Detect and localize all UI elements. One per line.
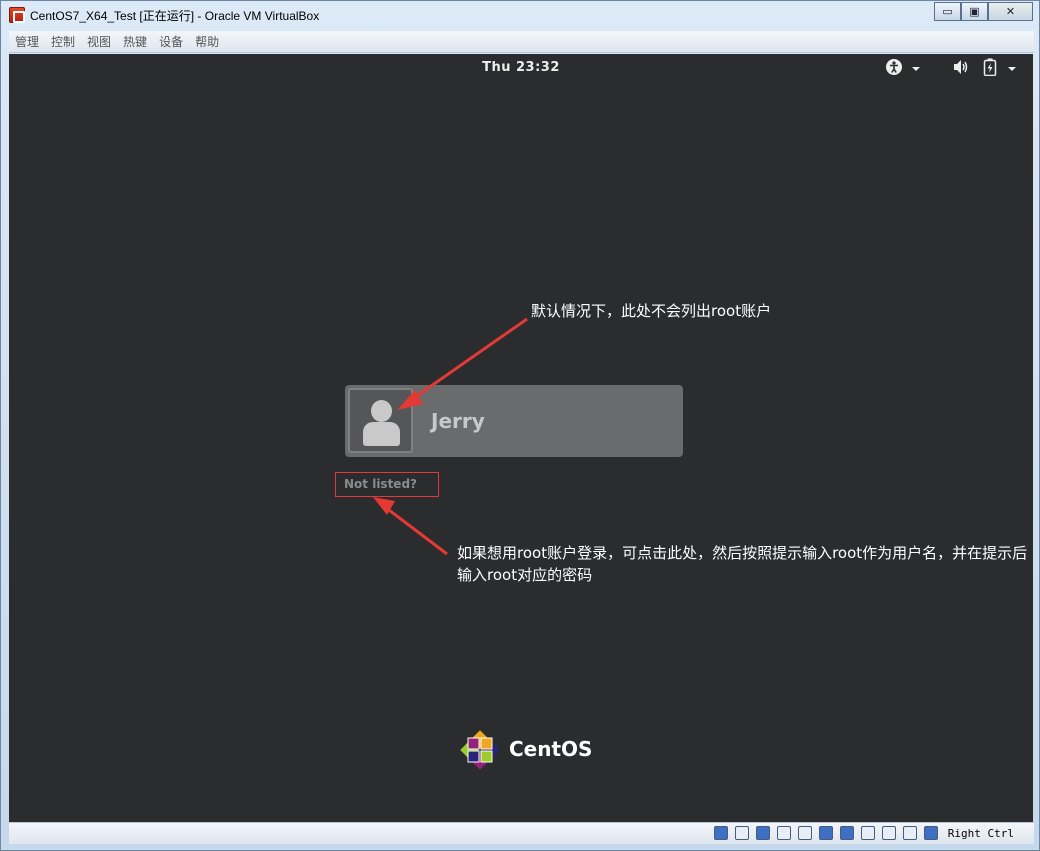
window-title: CentOS7_X64_Test [正在运行] - Oracle VM Virt… bbox=[30, 9, 320, 23]
window-controls: ▭ ▣ ✕ bbox=[934, 2, 1033, 21]
menu-bar: 管理 控制 视图 热键 设备 帮助 bbox=[9, 31, 1034, 53]
annotation-root-not-listed: 默认情况下，此处不会列出root账户 bbox=[531, 302, 772, 320]
keyboard-capture-icon[interactable] bbox=[924, 826, 938, 840]
close-button[interactable]: ✕ bbox=[988, 2, 1033, 21]
menu-help[interactable]: 帮助 bbox=[195, 33, 219, 50]
maximize-button[interactable]: ▣ bbox=[961, 2, 988, 21]
menu-devices[interactable]: 设备 bbox=[159, 33, 183, 50]
menu-control[interactable]: 控制 bbox=[51, 33, 75, 50]
menu-manage[interactable]: 管理 bbox=[15, 33, 39, 50]
arrow-to-user-card bbox=[410, 317, 528, 402]
virtualbox-app-icon bbox=[9, 7, 25, 23]
menu-view[interactable]: 视图 bbox=[87, 33, 111, 50]
annotation-arrows bbox=[373, 317, 528, 556]
arrow-to-not-listed bbox=[384, 505, 448, 556]
display-icon[interactable] bbox=[819, 826, 833, 840]
mouse-integration-icon[interactable] bbox=[903, 826, 917, 840]
annotation-login-as-root: 如果想用root账户登录，可点击此处，然后按照提示输入root作为用户名，并在提… bbox=[457, 544, 1028, 584]
network-icon[interactable] bbox=[840, 826, 854, 840]
centos-logo-icon bbox=[460, 730, 500, 770]
minimize-button[interactable]: ▭ bbox=[934, 2, 961, 21]
menu-hotkeys[interactable]: 热键 bbox=[123, 33, 147, 50]
centos-logo-text: CentOS bbox=[509, 737, 593, 761]
title-bar[interactable]: CentOS7_X64_Test [正在运行] - Oracle VM Virt… bbox=[1, 1, 1040, 31]
audio-icon[interactable] bbox=[777, 826, 791, 840]
usb-icon[interactable] bbox=[756, 826, 770, 840]
recording-icon[interactable] bbox=[861, 826, 875, 840]
host-key-label: Right Ctrl bbox=[947, 827, 1014, 840]
hard-disk-icon[interactable] bbox=[714, 826, 728, 840]
device-status-icons bbox=[707, 826, 938, 840]
optical-drive-icon[interactable] bbox=[735, 826, 749, 840]
virtualbox-window: CentOS7_X64_Test [正在运行] - Oracle VM Virt… bbox=[0, 0, 1040, 851]
vm-display[interactable]: Thu 23:32 Jerry Not listed? 默认情况下，此处不会列出… bbox=[9, 54, 1033, 822]
status-bar: Right Ctrl bbox=[9, 822, 1034, 844]
shared-folder-icon[interactable] bbox=[798, 826, 812, 840]
cpu-icon[interactable] bbox=[882, 826, 896, 840]
